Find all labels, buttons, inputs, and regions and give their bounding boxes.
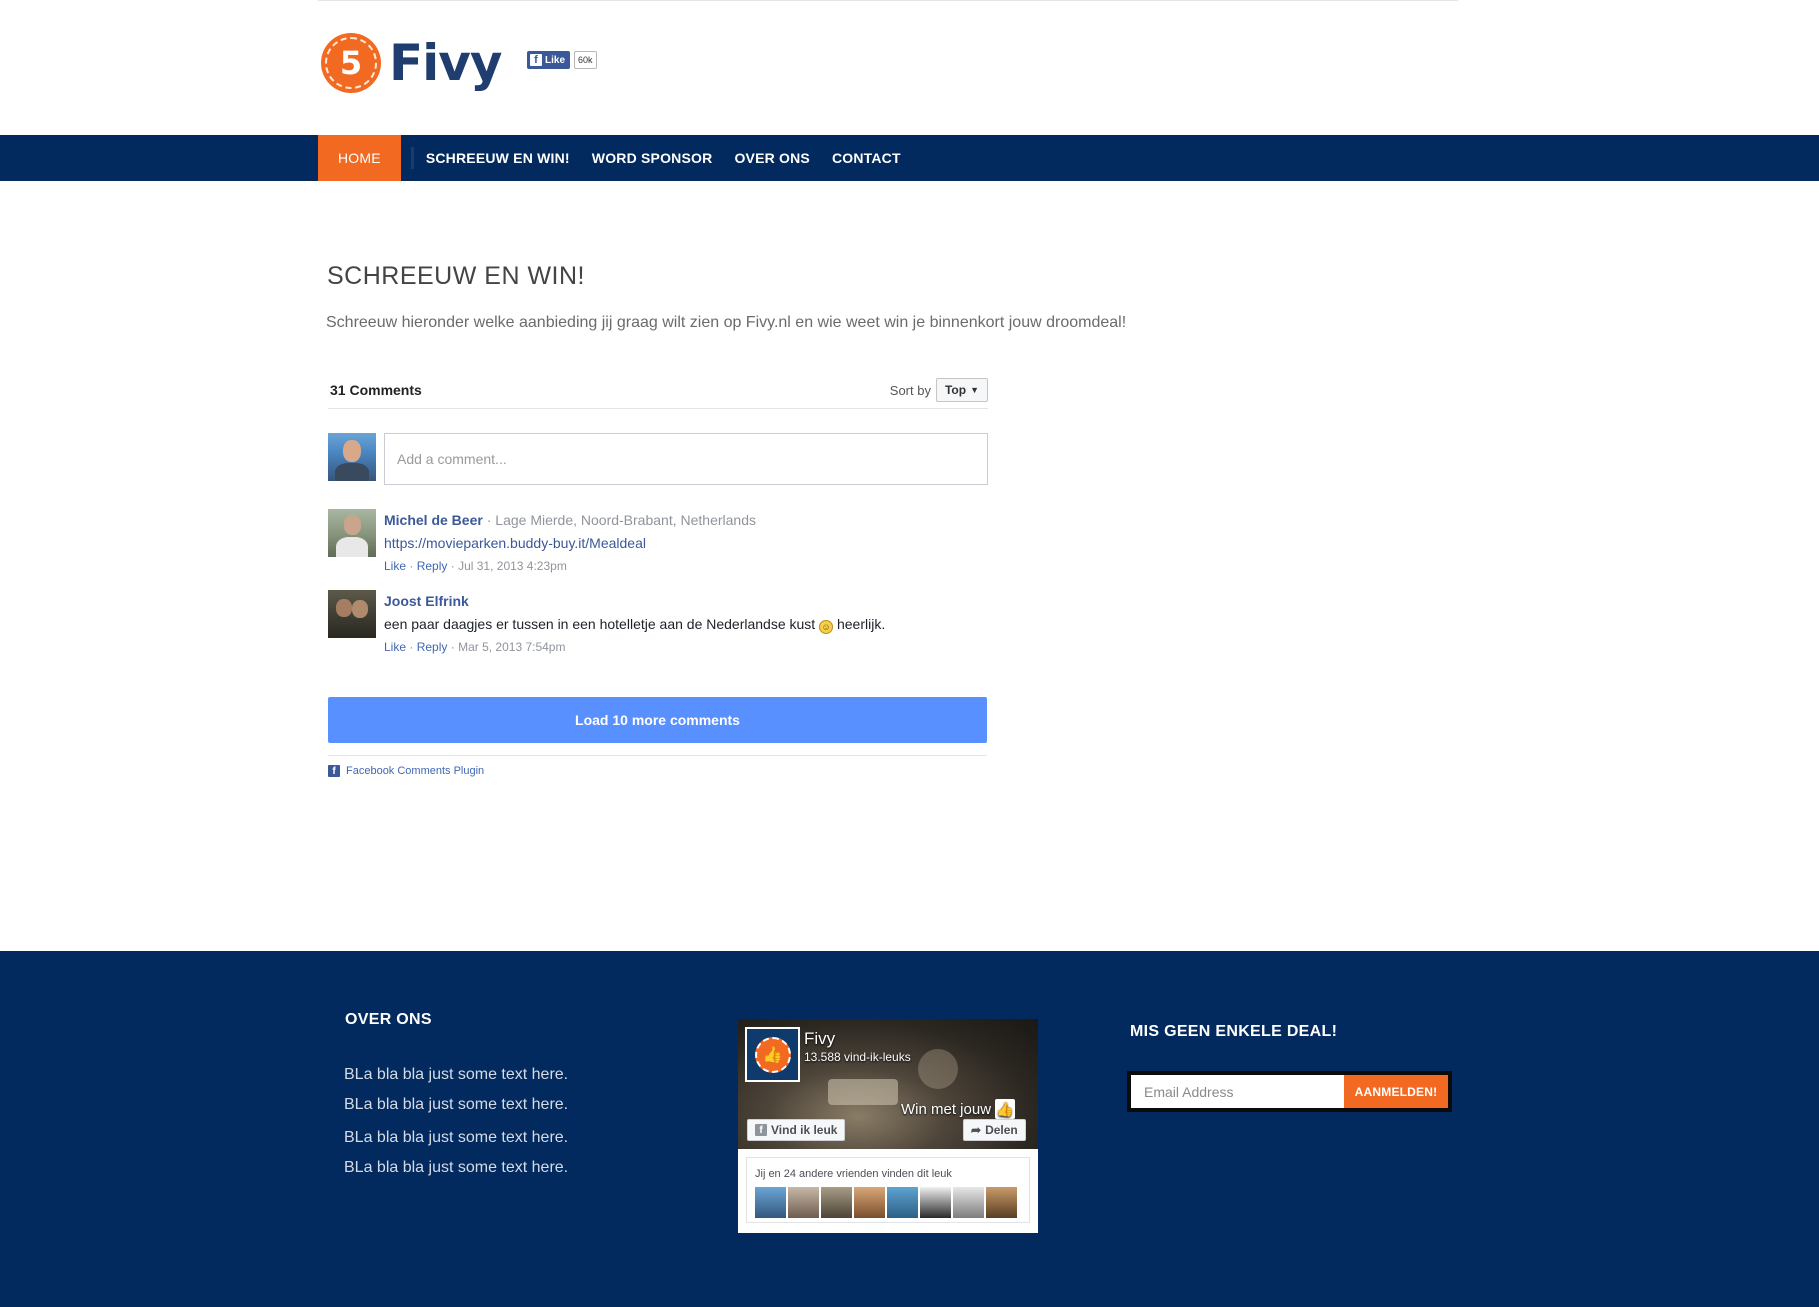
nav-separator (410, 147, 414, 169)
friend-avatar[interactable] (854, 1187, 885, 1218)
facebook-comments: 31 Comments Sort by Top ▼ Michel de Beer… (328, 372, 988, 777)
facebook-icon: f (328, 765, 340, 777)
comments-plugin-link[interactable]: Facebook Comments Plugin (346, 765, 484, 777)
facebook-page-name[interactable]: Fivy (804, 1029, 835, 1049)
footer-about-title: OVER ONS (345, 1011, 432, 1028)
sort-value: Top (944, 383, 967, 397)
page-intro: Schreeuw hieronder welke aanbieding jij … (326, 314, 1127, 331)
comment-item: Michel de Beer · Lage Mierde, Noord-Brab… (328, 509, 988, 578)
facebook-like-widget: f Like 60k (527, 51, 597, 69)
facebook-page-like-button[interactable]: f Vind ik leuk (747, 1119, 846, 1141)
facebook-friends-box: Jij en 24 andere vrienden vinden dit leu… (746, 1157, 1030, 1223)
comment-reply-link[interactable]: Reply (417, 640, 448, 654)
subscribe-button[interactable]: AANMELDEN! (1344, 1075, 1448, 1108)
facebook-share-button[interactable]: ➦ Delen (963, 1119, 1026, 1141)
comment-text: een paar daagjes er tussen in een hotell… (384, 613, 885, 636)
friend-avatar[interactable] (755, 1187, 786, 1218)
caret-down-icon: ▼ (970, 385, 979, 395)
comment-text-before: een paar daagjes er tussen in een hotell… (384, 616, 816, 632)
comments-plugin-footer: f Facebook Comments Plugin (328, 755, 987, 777)
sort-control: Sort by Top ▼ (890, 378, 988, 402)
comment-like-link[interactable]: Like (384, 640, 406, 654)
footer-about-line: BLa bla bla just some text here. (344, 1129, 569, 1146)
logo-text: Fivy (389, 34, 502, 92)
newsletter-form: AANMELDEN! (1127, 1071, 1452, 1112)
facebook-page-likes: 13.588 vind-ik-leuks (804, 1050, 911, 1064)
comment-author[interactable]: Joost Elfrink (384, 593, 469, 609)
nav-item-over-ons[interactable]: OVER ONS (734, 135, 810, 181)
facebook-page-picture[interactable]: 👍 (745, 1027, 800, 1082)
footer-about-line: BLa bla bla just some text here. (344, 1066, 569, 1083)
friend-avatar[interactable] (887, 1187, 918, 1218)
friend-avatar[interactable] (920, 1187, 951, 1218)
page-title: SCHREEUW EN WIN! (327, 262, 585, 290)
facebook-icon: f (755, 1124, 767, 1136)
top-divider (318, 0, 1458, 2)
comment-meta: Like · Reply · Jul 31, 2013 4:23pm (384, 559, 567, 573)
current-user-avatar (328, 433, 376, 481)
facebook-cover-photo[interactable]: 👍 Fivy 13.588 vind-ik-leuks Win met jouw… (738, 1019, 1038, 1149)
comment-location: Lage Mierde, Noord-Brabant, Netherlands (495, 512, 756, 528)
thumbs-up-logo-icon: 👍 (754, 1036, 791, 1073)
share-arrow-icon: ➦ (971, 1123, 982, 1137)
footer-newsletter-title: MIS GEEN ENKELE DEAL! (1130, 1023, 1338, 1040)
sort-dropdown[interactable]: Top ▼ (935, 378, 988, 402)
site-logo[interactable]: 5 Fivy (321, 33, 502, 93)
facebook-page-widget: 👍 Fivy 13.588 vind-ik-leuks Win met jouw… (738, 1019, 1038, 1233)
comments-header: 31 Comments Sort by Top ▼ (328, 372, 988, 409)
facebook-icon: f (530, 54, 542, 66)
comment-like-link[interactable]: Like (384, 559, 406, 573)
sort-label: Sort by (889, 382, 931, 398)
facebook-like-count: 60k (574, 51, 597, 69)
logo-badge-icon: 5 (321, 33, 381, 93)
footer-about-text: BLa bla bla just some text here. BLa bla… (344, 1060, 568, 1183)
comment-date[interactable]: Jul 31, 2013 4:23pm (458, 559, 567, 573)
nav-item-word-sponsor[interactable]: WORD SPONSOR (592, 135, 713, 181)
footer-about-line: BLa bla bla just some text here. (344, 1159, 569, 1176)
nav-item-contact[interactable]: CONTACT (832, 135, 901, 181)
facebook-like-button[interactable]: f Like (527, 51, 571, 69)
smiley-emoji-icon: ☺ (819, 620, 834, 634)
comment-input[interactable] (384, 433, 988, 485)
nav-item-schreeuw-en-win[interactable]: SCHREEUW EN WIN! (426, 135, 570, 181)
comment-author[interactable]: Michel de Beer (384, 512, 483, 528)
comment-text-after: heerlijk. (836, 616, 886, 632)
email-field[interactable] (1131, 1075, 1344, 1108)
comment-location-separator: · (486, 512, 496, 528)
comment-link[interactable]: https://movieparken.buddy-buy.it/Mealdea… (384, 532, 756, 555)
nav-item-home[interactable]: HOME (318, 135, 401, 181)
footer-about-line: BLa bla bla just some text here. (344, 1096, 569, 1113)
facebook-like-label: Like (545, 54, 566, 66)
avatar[interactable] (328, 590, 376, 638)
comment-date[interactable]: Mar 5, 2013 7:54pm (458, 640, 565, 654)
comments-count: 31 Comments (330, 382, 422, 398)
avatar[interactable] (328, 509, 376, 557)
friend-avatar[interactable] (986, 1187, 1017, 1218)
site-header: 5 Fivy f Like 60k (0, 0, 1819, 135)
main-navigation: HOME SCHREEUW EN WIN! WORD SPONSOR OVER … (0, 135, 1819, 181)
comment-meta: Like · Reply · Mar 5, 2013 7:54pm (384, 640, 566, 654)
comment-item: Joost Elfrink een paar daagjes er tussen… (328, 590, 988, 659)
friend-avatar[interactable] (788, 1187, 819, 1218)
comment-reply-link[interactable]: Reply (417, 559, 448, 573)
friend-avatar[interactable] (821, 1187, 852, 1218)
logo-number: 5 (339, 44, 363, 82)
site-footer: OVER ONS BLa bla bla just some text here… (0, 951, 1819, 1307)
thumbs-up-icon: 👍 (995, 1099, 1016, 1119)
new-comment-row (328, 433, 988, 485)
facebook-friends-faces (755, 1187, 1019, 1218)
facebook-friends-text: Jij en 24 andere vrienden vinden dit leu… (755, 1168, 952, 1180)
load-more-comments-button[interactable]: Load 10 more comments (328, 697, 987, 743)
friend-avatar[interactable] (953, 1187, 984, 1218)
facebook-cover-text: Win met jouw 👍 (901, 1099, 1016, 1119)
